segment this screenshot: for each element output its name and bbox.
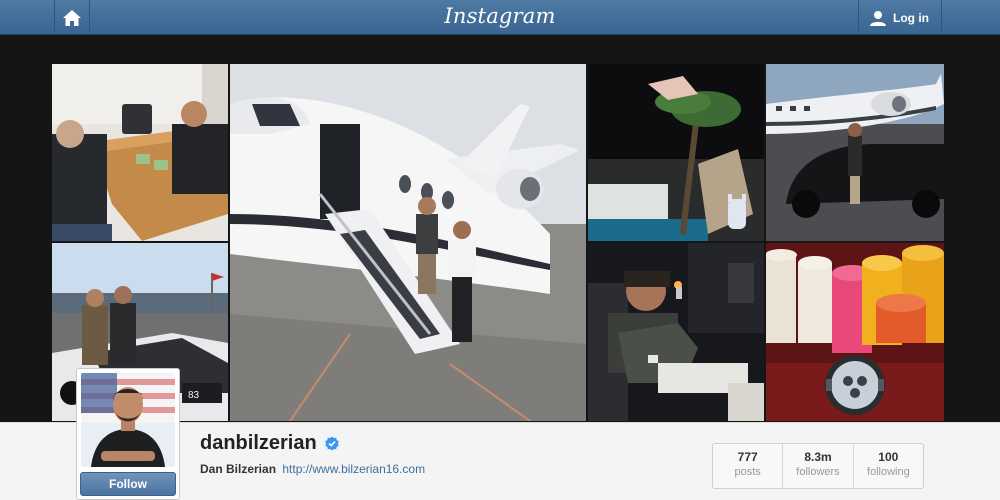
stat-following-label: following — [866, 466, 910, 478]
verified-badge-icon — [324, 436, 339, 450]
stat-posts[interactable]: 777 posts — [713, 444, 784, 488]
top-navigation-bar: Instagram Log in — [0, 0, 1000, 35]
stat-followers-label: followers — [796, 466, 840, 478]
user-icon — [870, 10, 886, 26]
photo-cabin-lighter[interactable] — [588, 243, 764, 421]
photo-poker-chips-watch[interactable] — [766, 243, 944, 421]
username-row: danbilzerian — [200, 432, 340, 455]
follow-button[interactable]: Follow — [80, 472, 176, 496]
login-button[interactable]: Log in — [858, 0, 942, 35]
photo-poker-table[interactable] — [52, 64, 228, 241]
photo-pool-flip[interactable] — [588, 64, 764, 241]
login-label: Log in — [893, 10, 929, 25]
stat-posts-label: posts — [734, 466, 761, 478]
website-link[interactable]: http://www.bilzerian16.com — [282, 462, 425, 476]
svg-text:83: 83 — [188, 390, 200, 401]
instagram-logo[interactable]: Instagram — [0, 4, 1000, 28]
avatar[interactable] — [81, 373, 175, 467]
home-icon — [63, 9, 81, 26]
profile-bio-row: Dan Bilzerian http://www.bilzerian16.com — [200, 462, 425, 476]
photo-jet-stairs[interactable] — [230, 64, 586, 421]
photo-jet-car[interactable] — [766, 64, 944, 241]
stat-following-value: 100 — [878, 450, 899, 464]
full-name: Dan Bilzerian — [200, 462, 277, 476]
stat-followers[interactable]: 8.3m followers — [783, 444, 854, 488]
profile-stats: 777 posts 8.3m followers 100 following — [712, 443, 924, 489]
stat-posts-value: 777 — [737, 450, 758, 464]
home-button[interactable] — [54, 0, 90, 35]
stat-followers-value: 8.3m — [804, 450, 832, 464]
profile-avatar-card: Follow — [76, 368, 180, 500]
stat-following[interactable]: 100 following — [854, 444, 923, 488]
photo-grid: 83 — [52, 64, 944, 421]
username: danbilzerian — [200, 432, 317, 454]
